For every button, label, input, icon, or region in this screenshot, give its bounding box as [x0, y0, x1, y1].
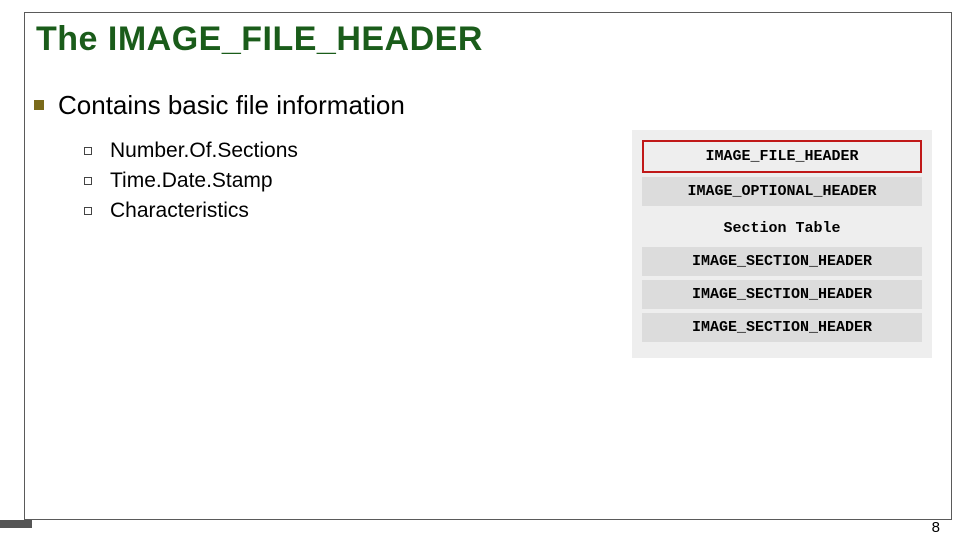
page-number: 8 — [932, 519, 940, 536]
bullet-row: Contains basic file information — [34, 90, 940, 121]
hollow-square-icon — [84, 177, 92, 185]
decorative-shadow — [0, 520, 32, 528]
hollow-square-icon — [84, 207, 92, 215]
sub-bullet-text: Characteristics — [110, 199, 249, 223]
diagram-box: IMAGE_SECTION_HEADER — [642, 247, 922, 276]
diagram-box: IMAGE_SECTION_HEADER — [642, 313, 922, 342]
sub-bullet-text: Time.Date.Stamp — [110, 169, 273, 193]
diagram-label: Section Table — [632, 210, 932, 243]
diagram-box: IMAGE_OPTIONAL_HEADER — [642, 177, 922, 206]
bullet-text: Contains basic file information — [58, 90, 405, 121]
sub-bullet-text: Number.Of.Sections — [110, 139, 298, 163]
square-bullet-icon — [34, 100, 44, 110]
diagram-box: IMAGE_SECTION_HEADER — [642, 280, 922, 309]
pe-structure-diagram: IMAGE_FILE_HEADER IMAGE_OPTIONAL_HEADER … — [632, 130, 932, 358]
hollow-square-icon — [84, 147, 92, 155]
diagram-box-highlighted: IMAGE_FILE_HEADER — [642, 140, 922, 173]
slide-title: The IMAGE_FILE_HEADER — [36, 20, 489, 59]
